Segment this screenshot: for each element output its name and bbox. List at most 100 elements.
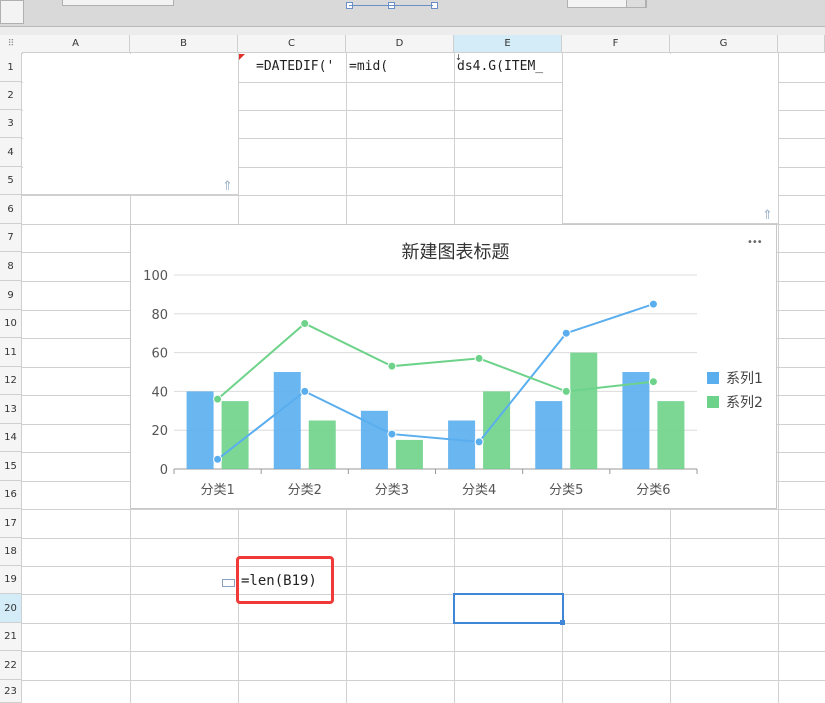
- y-tick-label: 0: [160, 463, 168, 478]
- x-tick-label: 分类1: [200, 483, 234, 498]
- row-header-11[interactable]: 11: [0, 338, 22, 367]
- x-tick-label: 分类4: [462, 483, 496, 498]
- line-point-1: [213, 454, 223, 464]
- calendar-icon[interactable]: [626, 0, 646, 8]
- row-header-22[interactable]: 22: [0, 651, 22, 680]
- merged-cell-a1-b5[interactable]: [23, 54, 238, 194]
- anchor-icon[interactable]: ⇑: [222, 180, 233, 193]
- grid-dots-icon[interactable]: ⠿: [0, 35, 23, 54]
- line-point-1: [474, 437, 484, 447]
- y-tick-label: 100: [143, 269, 168, 284]
- fill-handle[interactable]: [560, 620, 565, 625]
- line-point-1: [648, 299, 658, 309]
- merged-cell-f1-g6[interactable]: [563, 54, 778, 223]
- row-header-20[interactable]: 20: [0, 594, 22, 623]
- row-header-2[interactable]: 2: [0, 82, 22, 110]
- row-header-9[interactable]: 9: [0, 281, 22, 310]
- bar-1: [622, 372, 650, 469]
- anchor-icon[interactable]: ⇑: [762, 209, 773, 222]
- y-tick-label: 80: [151, 308, 168, 323]
- grid-line: [778, 53, 779, 703]
- highlight-box: [236, 556, 334, 604]
- column-header-c[interactable]: C: [238, 35, 346, 53]
- x-tick-label: 分类5: [549, 483, 583, 498]
- row-header-4[interactable]: 4: [0, 138, 22, 167]
- chart[interactable]: 新建图表标题 0 20 40 60 80 100 分类1 分类2 分类3 分类4 分类5 分类6 系列1 系…: [130, 224, 777, 509]
- column-header-f[interactable]: F: [562, 35, 670, 53]
- row-header-19[interactable]: 19: [0, 566, 22, 594]
- legend-swatch-2: [707, 396, 719, 408]
- cell-c1[interactable]: =DATEDIF(': [256, 59, 346, 74]
- bar-1: [448, 420, 476, 469]
- legend-label-2: 系列2: [726, 395, 763, 411]
- row-header-14[interactable]: 14: [0, 424, 22, 452]
- comment-indicator: [239, 54, 245, 60]
- x-tick-label: 分类3: [375, 483, 409, 498]
- x-tick-label: 分类2: [288, 483, 322, 498]
- merged-cell-border: [22, 194, 238, 195]
- bar-1: [360, 410, 388, 469]
- row-header-8[interactable]: 8: [0, 252, 22, 281]
- line-point-2: [648, 377, 658, 387]
- column-header-d[interactable]: D: [346, 35, 454, 53]
- column-header-a[interactable]: A: [22, 35, 130, 53]
- column-header-empty: [778, 35, 825, 53]
- row-header-23[interactable]: 23: [0, 680, 22, 703]
- line-point-2: [213, 394, 223, 404]
- grid-line: [22, 594, 825, 595]
- line-point-2: [300, 319, 310, 328]
- toolbar-dropdown[interactable]: [62, 0, 174, 6]
- row-header-21[interactable]: 21: [0, 623, 22, 651]
- x-tick-label: 分类6: [636, 483, 670, 498]
- bar-2: [570, 352, 598, 469]
- column-header-g[interactable]: G: [670, 35, 778, 53]
- y-tick-label: 60: [151, 347, 168, 362]
- bar-2: [308, 420, 336, 469]
- bar-2: [483, 391, 511, 469]
- bar-2: [395, 439, 423, 469]
- bar-1: [186, 391, 214, 469]
- row-header-10[interactable]: 10: [0, 310, 22, 338]
- toolbar-gap: [0, 27, 825, 35]
- row-header-3[interactable]: 3: [0, 110, 22, 138]
- y-tick-label: 40: [151, 385, 168, 400]
- column-header-b[interactable]: B: [130, 35, 238, 53]
- row-header-1[interactable]: 1: [0, 53, 22, 82]
- toolbar: [0, 0, 825, 27]
- line-point-1: [561, 328, 571, 338]
- chart-svg: 新建图表标题 0 20 40 60 80 100 分类1 分类2 分类3 分类4 分类5 分类6 系列1 系…: [143, 242, 763, 498]
- merged-cell-border: [238, 54, 239, 195]
- grid-line: [22, 566, 825, 567]
- cell-e1[interactable]: ds4.G(ITEM_: [457, 59, 561, 74]
- line-point-1: [300, 386, 310, 396]
- line-point-2: [474, 353, 484, 363]
- bar-1: [535, 401, 563, 469]
- line-point-2: [561, 386, 571, 396]
- toolbar-control-left[interactable]: [0, 0, 24, 24]
- grid-line: [22, 538, 825, 539]
- row-header-5[interactable]: 5: [0, 167, 22, 195]
- selected-cell-e20[interactable]: [453, 593, 564, 624]
- bar-2: [221, 401, 249, 469]
- row-header-17[interactable]: 17: [0, 509, 22, 538]
- row-header-12[interactable]: 12: [0, 367, 22, 395]
- grid-line: [22, 651, 825, 652]
- row-header-16[interactable]: 16: [0, 481, 22, 509]
- column-header-e[interactable]: E: [454, 35, 562, 53]
- legend-swatch-1: [707, 372, 719, 384]
- cell-anchor-box: [222, 579, 235, 587]
- cell-d1[interactable]: =mid(: [349, 59, 453, 74]
- bar-2: [657, 401, 685, 469]
- legend-label-1: 系列1: [726, 371, 763, 387]
- bar-1: [273, 372, 301, 469]
- row-header-6[interactable]: 6: [0, 195, 22, 224]
- row-header-13[interactable]: 13: [0, 395, 22, 424]
- line-point-2: [387, 361, 397, 371]
- grid-line: [22, 680, 825, 681]
- more-options-icon[interactable]: •••: [747, 237, 763, 248]
- row-header-15[interactable]: 15: [0, 452, 22, 481]
- grid-line: [22, 623, 825, 624]
- row-header-18[interactable]: 18: [0, 538, 22, 566]
- row-header-7[interactable]: 7: [0, 224, 22, 252]
- selection-edge: [349, 5, 433, 6]
